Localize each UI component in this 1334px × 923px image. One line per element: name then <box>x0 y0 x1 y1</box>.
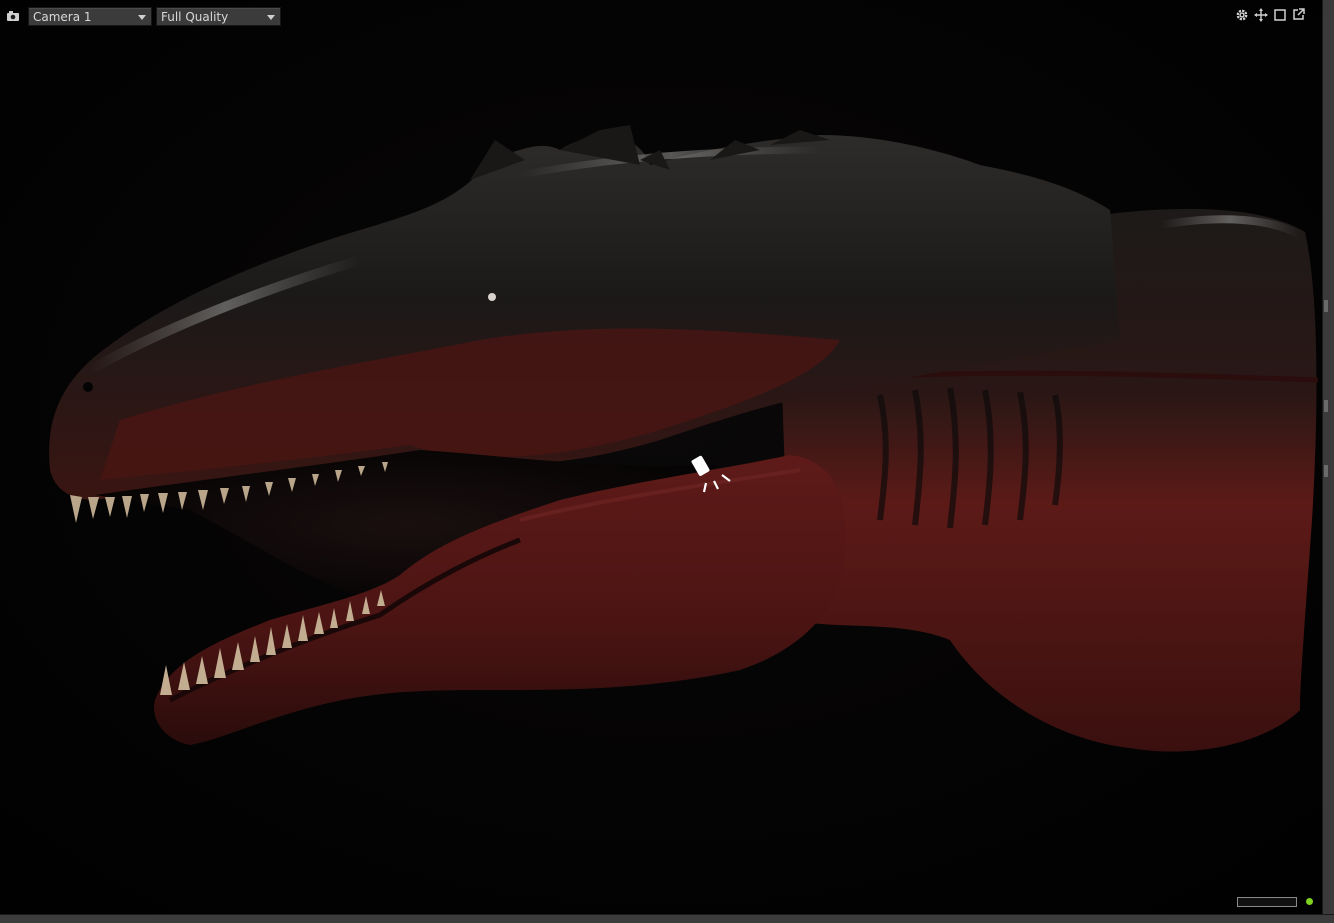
render-viewport[interactable]: Camera 1 Full Quality <box>0 0 1323 915</box>
maximize-icon[interactable] <box>1272 7 1287 22</box>
quality-select-value: Full Quality <box>161 9 229 24</box>
scroll-marker <box>1324 300 1328 312</box>
move-icon[interactable] <box>1253 7 1268 22</box>
gear-icon[interactable] <box>1234 7 1249 22</box>
chevron-down-icon <box>267 14 275 20</box>
scroll-marker <box>1324 465 1328 477</box>
bottom-panel-edge <box>0 914 1334 923</box>
popout-icon[interactable] <box>1291 7 1306 22</box>
camera-select[interactable]: Camera 1 <box>28 6 152 26</box>
status-indicator <box>1306 898 1313 905</box>
chevron-down-icon <box>138 14 146 20</box>
quality-select[interactable]: Full Quality <box>156 6 281 26</box>
scroll-marker <box>1324 400 1328 412</box>
camera-icon[interactable] <box>4 7 22 25</box>
viewport-toolbar: Camera 1 Full Quality <box>4 6 281 26</box>
camera-select-value: Camera 1 <box>33 9 92 24</box>
render-progress-bar <box>1237 897 1297 907</box>
viewport-controls <box>1234 7 1306 22</box>
dinosaur-render <box>0 0 1322 915</box>
right-panel-edge[interactable] <box>1322 0 1334 923</box>
